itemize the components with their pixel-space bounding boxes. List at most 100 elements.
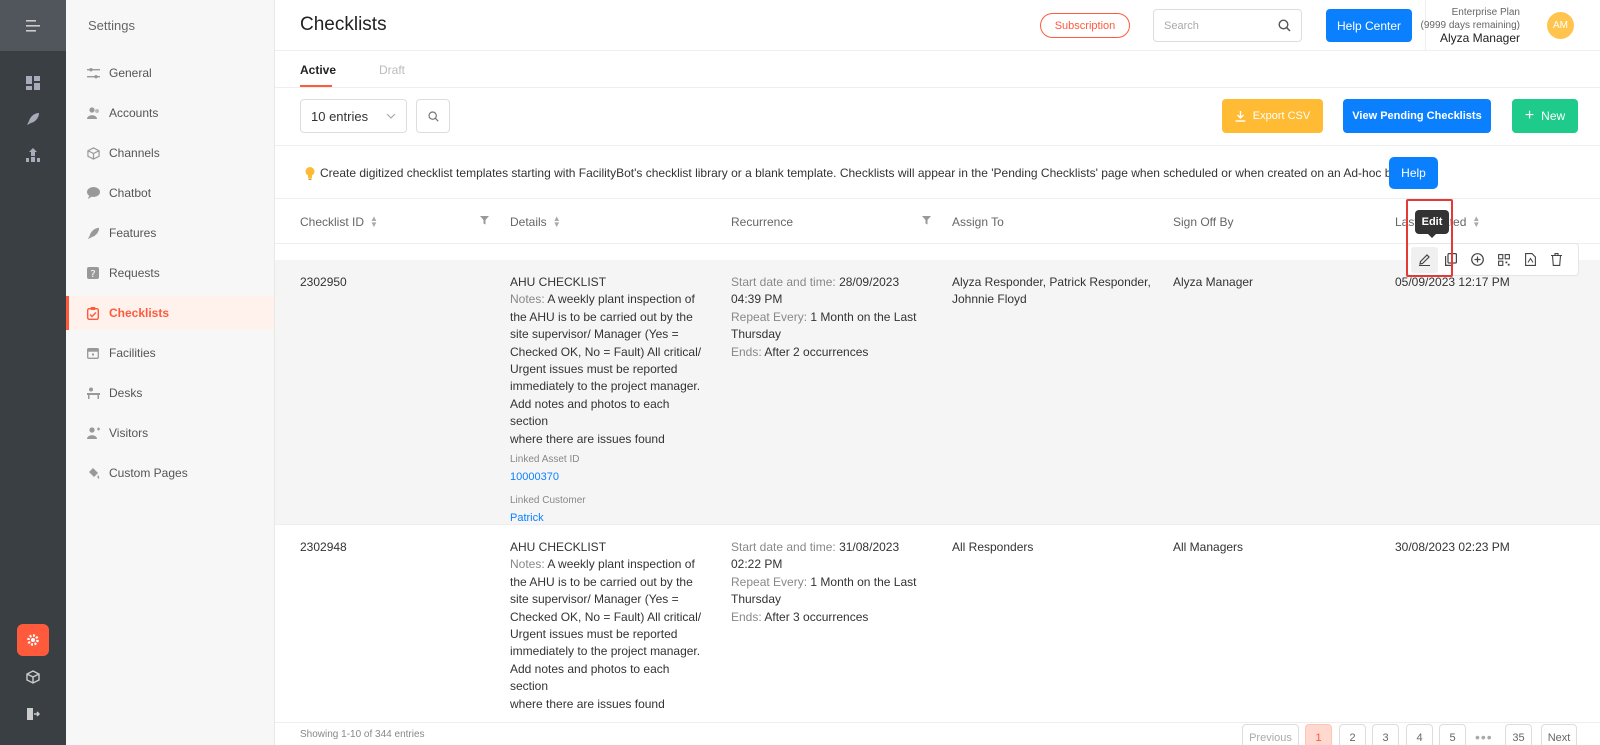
page-35-button[interactable]: 35	[1505, 724, 1532, 745]
sidebar-item-chatbot[interactable]: Chatbot	[66, 176, 274, 210]
rocket-icon[interactable]	[22, 108, 44, 130]
sidebar-item-requests[interactable]: ? Requests	[66, 256, 274, 290]
plan-info: Enterprise Plan (9999 days remaining) Al…	[1421, 6, 1521, 45]
sidebar-item-channels[interactable]: Channels	[66, 136, 274, 170]
entries-value: 10 entries	[311, 108, 369, 124]
notes-line: Urgent issues must be reported	[510, 362, 678, 377]
sidebar-item-visitors[interactable]: Visitors	[66, 416, 274, 450]
notes-line: where there are issues found	[510, 431, 665, 446]
lightbulb-icon	[305, 166, 315, 180]
sidebar-item-custom-pages[interactable]: Custom Pages	[66, 456, 274, 490]
sidebar-item-label: Accounts	[109, 106, 159, 120]
start-date: 31/08/2023	[839, 540, 900, 554]
assign-to-cell: Alyza Responder, Patrick Responder, John…	[952, 274, 1162, 309]
recurrence-cell: Start date and time: 31/08/2023 02:22 PM…	[731, 539, 931, 626]
start-time: 04:39 PM	[731, 292, 783, 307]
linked-asset-link[interactable]: 10000370	[510, 469, 710, 486]
notes-line: the AHU is to be carried out by the	[510, 574, 693, 589]
page-4-button[interactable]: 4	[1406, 724, 1433, 745]
qr-code-button[interactable]	[1491, 247, 1518, 273]
analytics-icon[interactable]	[22, 144, 44, 166]
new-checklist-button[interactable]: + New	[1512, 99, 1578, 133]
download-icon	[1235, 110, 1246, 122]
column-header-recurrence[interactable]: Recurrence	[731, 215, 793, 229]
recurrence-cell: Start date and time: 28/09/2023 04:39 PM…	[731, 274, 931, 361]
sign-off-cell: Alyza Manager	[1173, 275, 1254, 289]
svg-text:?: ?	[90, 269, 95, 279]
add-circle-icon	[1470, 253, 1484, 266]
menu-collapse-icon	[26, 19, 40, 32]
table-header: Checklist ID ▲ ▼ Details ▲ ▼ Recurrence As…	[275, 199, 1600, 244]
sidebar-item-facilities[interactable]: Facilities	[66, 336, 274, 370]
column-label: Recurrence	[731, 215, 794, 229]
ends-label: Ends:	[731, 344, 762, 359]
column-header-details[interactable]: Details ▲ ▼	[510, 215, 561, 230]
export-csv-label: Export CSV	[1252, 110, 1311, 122]
export-csv-button[interactable]: Export CSV	[1222, 99, 1323, 133]
dashboard-icon[interactable]	[22, 72, 44, 94]
sidebar-item-general[interactable]: General	[66, 56, 274, 90]
notes-line: the AHU is to be carried out by the	[510, 309, 693, 324]
assignees: Alyza Responder, Patrick Responder,	[952, 275, 1151, 289]
notes-line: Notes: A weekly plant inspection of	[510, 291, 710, 308]
notes-label: Notes:	[510, 292, 545, 307]
sidebar-item-label: Desks	[109, 386, 143, 400]
logout-icon[interactable]	[22, 703, 44, 725]
settings-sidebar: Settings General Accounts Channels Chatb…	[66, 0, 275, 745]
repeat-value-cont: Thursday	[731, 327, 782, 342]
menu-toggle-button[interactable]	[0, 0, 66, 51]
previous-page-button[interactable]: Previous	[1242, 724, 1299, 745]
calendar-icon	[86, 346, 100, 360]
package-icon[interactable]	[22, 666, 44, 688]
sort-icon: ▲ ▼	[1472, 214, 1481, 229]
pdf-button[interactable]	[1517, 247, 1544, 273]
filter-icon[interactable]	[480, 216, 489, 225]
ends-label: Ends:	[731, 609, 762, 624]
page-3-button[interactable]: 3	[1372, 724, 1399, 745]
table-search-button[interactable]	[416, 99, 450, 133]
active-tab-indicator	[300, 85, 332, 87]
tab-draft[interactable]: Draft	[379, 63, 405, 77]
desk-icon	[86, 386, 100, 400]
column-header-checklist-id[interactable]: Checklist ID ▲ ▼	[300, 215, 378, 230]
notes-label: Notes:	[510, 557, 545, 572]
sidebar-item-features[interactable]: Features	[66, 216, 274, 250]
page-1-button[interactable]: 1	[1305, 724, 1332, 745]
filter-icon[interactable]	[922, 216, 931, 225]
column-header-sign-off-by[interactable]: Sign Off By	[1173, 215, 1233, 229]
sidebar-item-checklists[interactable]: Checklists	[66, 296, 274, 330]
notes-line: site supervisor/ Manager (Yes =	[510, 592, 679, 607]
notes-line: where there are issues found	[510, 696, 665, 711]
page-2-button[interactable]: 2	[1339, 724, 1366, 745]
notes-line: immediately to the project manager.	[510, 644, 701, 659]
sidebar-item-label: General	[109, 66, 152, 80]
page-title: Checklists	[300, 14, 387, 35]
settings-gear-button[interactable]	[17, 624, 49, 656]
last-updated-cell: 30/08/2023 02:23 PM	[1395, 540, 1510, 554]
sidebar-item-accounts[interactable]: Accounts	[66, 96, 274, 130]
add-button[interactable]	[1464, 247, 1491, 273]
sidebar-title: Settings	[88, 18, 135, 33]
column-header-assign-to[interactable]: Assign To	[952, 215, 1004, 229]
tab-active[interactable]: Active	[300, 63, 336, 77]
help-button[interactable]: Help	[1389, 157, 1438, 189]
user-name[interactable]: Alyza Manager	[1421, 32, 1520, 45]
search-icon	[1278, 19, 1291, 32]
page-5-button[interactable]: 5	[1439, 724, 1466, 745]
next-page-button[interactable]: Next	[1541, 724, 1577, 745]
sidebar-item-desks[interactable]: Desks	[66, 376, 274, 410]
search-input[interactable]: Search	[1153, 9, 1302, 42]
subscription-button[interactable]: Subscription	[1040, 13, 1130, 38]
info-banner: Create digitized checklist templates sta…	[275, 145, 1600, 199]
notes-text: A weekly plant inspection of	[547, 557, 695, 572]
entries-select[interactable]: 10 entries	[300, 99, 407, 133]
table-row[interactable]: 2302950 AHU CHECKLIST Notes: A weekly pl…	[275, 260, 1600, 525]
checklist-icon	[86, 306, 100, 320]
avatar[interactable]: AM	[1547, 12, 1574, 39]
info-message: Create digitized checklist templates sta…	[320, 166, 1417, 180]
sidebar-item-label: Requests	[109, 266, 160, 280]
delete-button[interactable]	[1544, 247, 1571, 273]
help-center-button[interactable]: Help Center	[1326, 9, 1412, 42]
table-row[interactable]: 2302948 AHU CHECKLIST Notes: A weekly pl…	[275, 525, 1600, 723]
view-pending-checklists-button[interactable]: View Pending Checklists	[1343, 99, 1491, 133]
